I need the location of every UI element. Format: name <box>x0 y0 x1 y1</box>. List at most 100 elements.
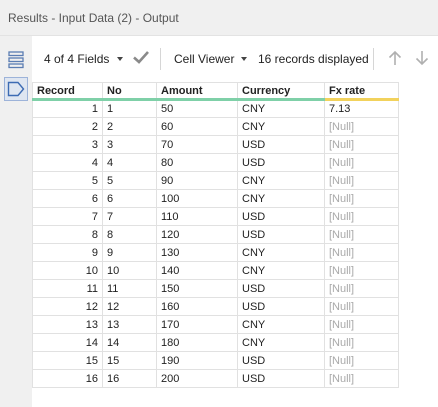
scroll-down-button[interactable] <box>415 50 429 69</box>
record-cell[interactable]: 16 <box>32 369 103 388</box>
record-cell[interactable]: 6 <box>32 189 103 208</box>
record-cell[interactable]: 9 <box>32 243 103 262</box>
cell-viewer-dropdown[interactable]: Cell Viewer <box>174 52 234 66</box>
table-row[interactable]: 5 5 90 CNY [Null] <box>32 171 399 190</box>
no-cell[interactable]: 5 <box>102 171 157 190</box>
record-cell[interactable]: 15 <box>32 351 103 370</box>
currency-cell[interactable]: USD <box>237 225 325 244</box>
column-header-currency[interactable]: Currency <box>237 82 325 101</box>
no-cell[interactable]: 12 <box>102 297 157 316</box>
no-cell[interactable]: 8 <box>102 225 157 244</box>
currency-cell[interactable]: USD <box>237 135 325 154</box>
record-cell[interactable]: 11 <box>32 279 103 298</box>
fx-rate-cell[interactable]: [Null] <box>324 315 399 334</box>
currency-cell[interactable]: USD <box>237 297 325 316</box>
fx-rate-cell[interactable]: [Null] <box>324 261 399 280</box>
record-cell[interactable]: 1 <box>32 99 103 118</box>
fx-rate-cell[interactable]: [Null] <box>324 225 399 244</box>
fx-rate-cell[interactable]: [Null] <box>324 369 399 388</box>
amount-cell[interactable]: 90 <box>156 171 238 190</box>
currency-cell[interactable]: USD <box>237 279 325 298</box>
no-cell[interactable]: 3 <box>102 135 157 154</box>
table-row[interactable]: 12 12 160 USD [Null] <box>32 297 399 316</box>
column-header-record[interactable]: Record <box>32 82 103 101</box>
currency-cell[interactable]: USD <box>237 207 325 226</box>
amount-cell[interactable]: 150 <box>156 279 238 298</box>
currency-cell[interactable]: CNY <box>237 333 325 352</box>
column-header-fx-rate[interactable]: Fx rate <box>324 82 399 101</box>
fx-rate-cell[interactable]: [Null] <box>324 279 399 298</box>
fx-rate-cell[interactable]: [Null] <box>324 351 399 370</box>
no-cell[interactable]: 2 <box>102 117 157 136</box>
amount-cell[interactable]: 80 <box>156 153 238 172</box>
no-cell[interactable]: 6 <box>102 189 157 208</box>
column-header-no[interactable]: No <box>102 82 157 101</box>
table-row[interactable]: 3 3 70 USD [Null] <box>32 135 399 154</box>
table-row[interactable]: 6 6 100 CNY [Null] <box>32 189 399 208</box>
no-cell[interactable]: 13 <box>102 315 157 334</box>
no-cell[interactable]: 11 <box>102 279 157 298</box>
amount-cell[interactable]: 170 <box>156 315 238 334</box>
amount-cell[interactable]: 120 <box>156 225 238 244</box>
list-view-button[interactable] <box>4 48 28 72</box>
currency-cell[interactable]: CNY <box>237 315 325 334</box>
column-header-amount[interactable]: Amount <box>156 82 238 101</box>
table-row[interactable]: 1 1 50 CNY 7.13 <box>32 99 399 118</box>
amount-cell[interactable]: 50 <box>156 99 238 118</box>
cell-viewer-dropdown-arrow-icon[interactable] <box>241 57 247 61</box>
fields-dropdown-arrow-icon[interactable] <box>117 57 123 61</box>
no-cell[interactable]: 9 <box>102 243 157 262</box>
table-row[interactable]: 11 11 150 USD [Null] <box>32 279 399 298</box>
table-row[interactable]: 4 4 80 USD [Null] <box>32 153 399 172</box>
record-cell[interactable]: 10 <box>32 261 103 280</box>
table-row[interactable]: 13 13 170 CNY [Null] <box>32 315 399 334</box>
table-row[interactable]: 15 15 190 USD [Null] <box>32 351 399 370</box>
no-cell[interactable]: 14 <box>102 333 157 352</box>
amount-cell[interactable]: 130 <box>156 243 238 262</box>
fx-rate-cell[interactable]: 7.13 <box>324 99 399 118</box>
amount-cell[interactable]: 100 <box>156 189 238 208</box>
record-cell[interactable]: 8 <box>32 225 103 244</box>
table-row[interactable]: 16 16 200 USD [Null] <box>32 369 399 388</box>
amount-cell[interactable]: 70 <box>156 135 238 154</box>
fx-rate-cell[interactable]: [Null] <box>324 135 399 154</box>
record-cell[interactable]: 3 <box>32 135 103 154</box>
currency-cell[interactable]: CNY <box>237 99 325 118</box>
amount-cell[interactable]: 180 <box>156 333 238 352</box>
no-cell[interactable]: 4 <box>102 153 157 172</box>
amount-cell[interactable]: 110 <box>156 207 238 226</box>
currency-cell[interactable]: CNY <box>237 189 325 208</box>
record-cell[interactable]: 7 <box>32 207 103 226</box>
record-cell[interactable]: 12 <box>32 297 103 316</box>
scroll-up-button[interactable] <box>388 50 402 69</box>
table-row[interactable]: 10 10 140 CNY [Null] <box>32 261 399 280</box>
currency-cell[interactable]: CNY <box>237 171 325 190</box>
record-cell[interactable]: 5 <box>32 171 103 190</box>
fx-rate-cell[interactable]: [Null] <box>324 171 399 190</box>
fx-rate-cell[interactable]: [Null] <box>324 153 399 172</box>
table-row[interactable]: 2 2 60 CNY [Null] <box>32 117 399 136</box>
amount-cell[interactable]: 160 <box>156 297 238 316</box>
fx-rate-cell[interactable]: [Null] <box>324 189 399 208</box>
fx-rate-cell[interactable]: [Null] <box>324 207 399 226</box>
table-row[interactable]: 8 8 120 USD [Null] <box>32 225 399 244</box>
amount-cell[interactable]: 200 <box>156 369 238 388</box>
table-row[interactable]: 7 7 110 USD [Null] <box>32 207 399 226</box>
amount-cell[interactable]: 190 <box>156 351 238 370</box>
fx-rate-cell[interactable]: [Null] <box>324 297 399 316</box>
record-cell[interactable]: 2 <box>32 117 103 136</box>
table-row[interactable]: 14 14 180 CNY [Null] <box>32 333 399 352</box>
amount-cell[interactable]: 140 <box>156 261 238 280</box>
currency-cell[interactable]: USD <box>237 351 325 370</box>
checkmark-button[interactable] <box>132 49 150 68</box>
currency-cell[interactable]: USD <box>237 153 325 172</box>
currency-cell[interactable]: USD <box>237 369 325 388</box>
amount-cell[interactable]: 60 <box>156 117 238 136</box>
fx-rate-cell[interactable]: [Null] <box>324 243 399 262</box>
no-cell[interactable]: 10 <box>102 261 157 280</box>
fx-rate-cell[interactable]: [Null] <box>324 117 399 136</box>
currency-cell[interactable]: CNY <box>237 243 325 262</box>
fx-rate-cell[interactable]: [Null] <box>324 333 399 352</box>
no-cell[interactable]: 16 <box>102 369 157 388</box>
fields-dropdown[interactable]: 4 of 4 Fields <box>44 52 109 66</box>
